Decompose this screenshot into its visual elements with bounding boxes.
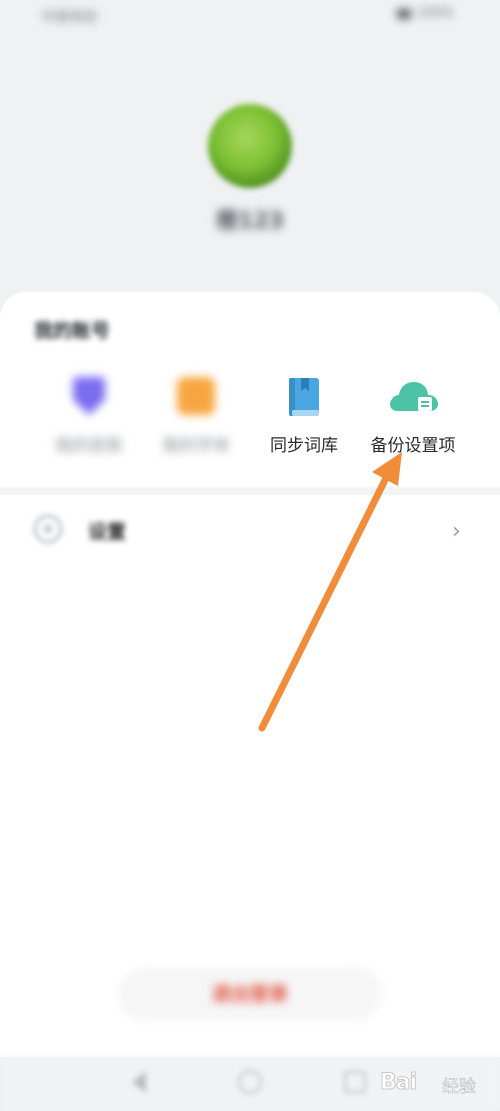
- grid-item-sync-dictionary[interactable]: 同步词库: [249, 373, 359, 463]
- section-title: 我的账号: [34, 320, 111, 342]
- settings-row[interactable]: 设置 ›: [0, 505, 500, 557]
- logout-button[interactable]: 退出登录: [118, 967, 382, 1021]
- chevron-right-icon: ›: [452, 519, 461, 544]
- grid-label: 备份设置项: [370, 436, 456, 456]
- status-bar: 中国电信 100%: [0, 0, 500, 36]
- battery-text: 100%: [416, 6, 454, 21]
- grid-label: 同步词库: [270, 436, 338, 456]
- settings-label: 设置: [88, 521, 127, 543]
- grid-item-backup-settings[interactable]: 备份设置项: [358, 373, 468, 463]
- grid-item-skin[interactable]: 我的皮肤: [34, 373, 144, 463]
- carrier-text: 中国电信: [42, 10, 99, 25]
- grid-label: 我的字体: [162, 436, 230, 456]
- shield-icon: [73, 377, 105, 415]
- gear-icon: [34, 515, 62, 543]
- divider: [0, 487, 500, 495]
- watermark-brand: Bai: [379, 1070, 417, 1096]
- username: 橙123: [216, 209, 284, 234]
- watermark-suffix: 经验: [442, 1077, 477, 1098]
- home-icon[interactable]: [238, 1070, 262, 1094]
- grid-item-font[interactable]: 我的字体: [141, 373, 251, 463]
- status-right: 100%: [396, 6, 454, 21]
- watermark: Bai 经验: [379, 1064, 495, 1104]
- avatar[interactable]: [208, 104, 292, 188]
- cloud-icon: [390, 382, 438, 411]
- battery-icon: [396, 8, 411, 19]
- grid-label: 我的皮肤: [55, 436, 123, 456]
- back-icon[interactable]: [132, 1071, 146, 1093]
- font-icon: [177, 377, 215, 415]
- recent-apps-icon[interactable]: [344, 1071, 366, 1093]
- book-icon: [289, 378, 319, 416]
